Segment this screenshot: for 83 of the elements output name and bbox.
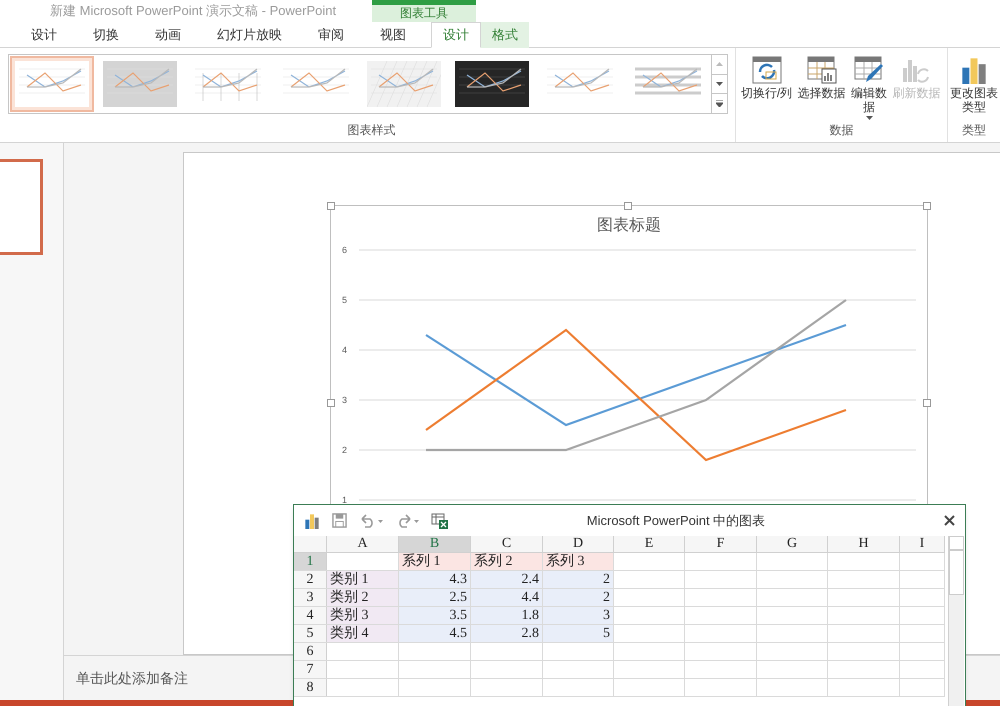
column-header[interactable]: G xyxy=(757,536,828,552)
column-header[interactable]: F xyxy=(685,536,757,552)
row-header[interactable]: 8 xyxy=(294,679,327,696)
table-cell[interactable]: 系列 2 xyxy=(471,553,543,570)
close-icon xyxy=(944,515,955,526)
table-cell[interactable]: 5 xyxy=(543,625,614,642)
column-header[interactable]: E xyxy=(614,536,685,552)
column-header[interactable]: C xyxy=(471,536,543,552)
table-cell[interactable]: 系列 3 xyxy=(543,553,614,570)
ribbon-button[interactable]: 选择数据 xyxy=(795,56,848,120)
y-tick-label: 3 xyxy=(342,395,348,405)
chart-title: 图表标题 xyxy=(597,216,661,236)
spreadsheet-icon[interactable] xyxy=(431,512,448,528)
table-pencil-icon xyxy=(854,56,884,84)
bar-chart-icon xyxy=(960,56,988,84)
notes-placeholder[interactable]: 单击此处添加备注 xyxy=(76,668,188,688)
column-header[interactable]: I xyxy=(900,536,945,552)
group-label: 数据 xyxy=(830,122,854,139)
table-cell[interactable]: 类别 1 xyxy=(327,571,399,588)
undo-icon[interactable] xyxy=(359,514,383,528)
ribbon-tab[interactable]: 格式 xyxy=(481,22,529,48)
table-cell[interactable]: 类别 3 xyxy=(327,607,399,624)
chart-style-thumbnail[interactable] xyxy=(10,56,94,112)
ribbon-tab[interactable]: 审阅 xyxy=(307,22,355,48)
row-header[interactable]: 5 xyxy=(294,625,327,642)
y-tick-label: 2 xyxy=(342,445,348,455)
table-cell[interactable]: 2 xyxy=(543,571,614,588)
chart-handle[interactable] xyxy=(327,399,335,407)
window-title: Microsoft PowerPoint 中的图表 xyxy=(586,512,766,530)
chart-handle[interactable] xyxy=(327,202,335,210)
ribbon-button[interactable]: 切换行/列 xyxy=(740,56,794,120)
ribbon-tab[interactable]: 设计 xyxy=(431,22,481,48)
table-cell[interactable]: 4.5 xyxy=(399,625,471,642)
row-header[interactable]: 3 xyxy=(294,589,327,606)
row-header[interactable]: 7 xyxy=(294,661,327,678)
table-cell[interactable]: 4.4 xyxy=(471,589,543,606)
table-cell[interactable]: 类别 2 xyxy=(327,589,399,606)
group-label: 图表样式 xyxy=(348,122,396,139)
caret-up-icon xyxy=(716,62,723,66)
row-header[interactable]: 4 xyxy=(294,607,327,624)
ribbon-tab[interactable]: 幻灯片放映 xyxy=(206,22,293,48)
column-header[interactable]: D xyxy=(543,536,614,552)
y-tick-label: 4 xyxy=(342,345,348,355)
window-title: 新建 Microsoft PowerPoint 演示文稿 - PowerPoint xyxy=(50,2,338,20)
close-button[interactable] xyxy=(944,515,955,526)
table-cell[interactable]: 4.3 xyxy=(399,571,471,588)
column-header[interactable]: H xyxy=(828,536,900,552)
row-header[interactable]: 6 xyxy=(294,643,327,660)
row-header[interactable]: 1 xyxy=(294,553,327,570)
table-cell[interactable]: 1.8 xyxy=(471,607,543,624)
save-icon[interactable] xyxy=(332,513,347,528)
table-cell[interactable]: 2.5 xyxy=(399,589,471,606)
y-tick-label: 1 xyxy=(342,495,348,505)
table-chart-icon xyxy=(806,56,837,84)
context-tab-group-label: 图表工具 xyxy=(372,0,476,22)
table-cell[interactable]: 3 xyxy=(543,607,614,624)
chart-handle[interactable] xyxy=(923,399,931,407)
ribbon-tab[interactable]: 设计 xyxy=(20,22,68,48)
table-cell[interactable]: 2.8 xyxy=(471,625,543,642)
ribbon-button[interactable]: 编辑数据 xyxy=(850,56,888,120)
vertical-scrollbar[interactable] xyxy=(948,536,964,706)
table-cell[interactable]: 3.5 xyxy=(399,607,471,624)
chart-handle[interactable] xyxy=(624,202,632,210)
expand-icon xyxy=(716,100,723,108)
ribbon-tab[interactable]: 动画 xyxy=(144,22,192,48)
column-header[interactable]: B xyxy=(399,536,471,552)
row-header[interactable]: 2 xyxy=(294,571,327,588)
table-cell[interactable]: 类别 4 xyxy=(327,625,399,642)
y-tick-label: 6 xyxy=(342,245,348,255)
ribbon-tab[interactable]: 切换 xyxy=(82,22,130,48)
bar-chart-icon xyxy=(304,512,320,528)
table-swap-icon xyxy=(752,56,782,84)
table-cell[interactable]: 2 xyxy=(543,589,614,606)
scroll-down-button[interactable] xyxy=(712,74,727,94)
y-tick-label: 5 xyxy=(342,295,348,305)
ribbon-button[interactable]: 更改图表类型 xyxy=(949,56,999,120)
slide-thumbnail[interactable] xyxy=(0,159,43,255)
chart-handle[interactable] xyxy=(923,202,931,210)
caret-down-icon xyxy=(716,82,723,86)
group-label: 类型 xyxy=(962,122,986,139)
table-cell[interactable]: 2.4 xyxy=(471,571,543,588)
ribbon-tab[interactable]: 视图 xyxy=(369,22,417,48)
table-cell[interactable]: 系列 1 xyxy=(399,553,471,570)
